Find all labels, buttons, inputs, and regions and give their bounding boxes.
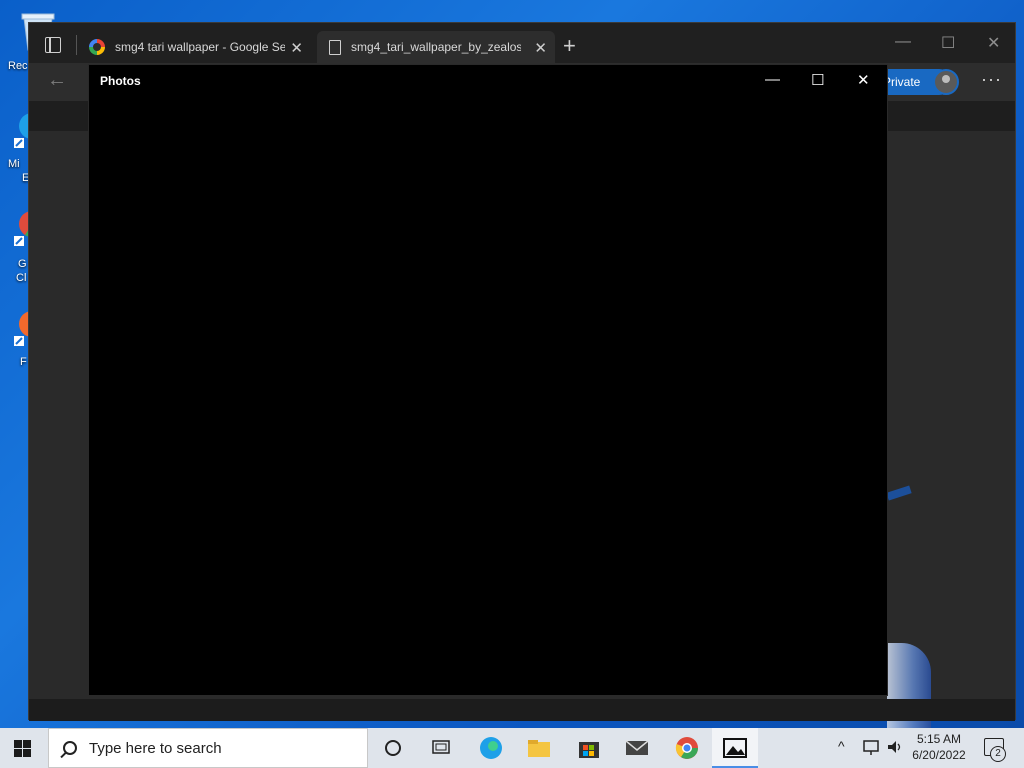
photos-window: Photos — ☐ ✕	[88, 64, 888, 696]
windows-start-icon[interactable]	[14, 740, 31, 757]
system-clock[interactable]: 5:15 AM 6/20/2022	[904, 731, 974, 763]
recycle-bin-label: Rec	[8, 60, 28, 72]
photos-close-icon[interactable]: ✕	[857, 71, 870, 89]
clock-date: 6/20/2022	[912, 748, 966, 762]
back-arrow-icon[interactable]: ←	[47, 69, 67, 92]
mail-icon[interactable]	[624, 735, 650, 761]
cortana-icon[interactable]	[380, 735, 406, 761]
maximize-icon[interactable]: ☐	[941, 33, 955, 53]
clock-time: 5:15 AM	[916, 732, 962, 746]
tab-actions-icon[interactable]	[45, 37, 61, 53]
notification-count-badge: 2	[990, 746, 1006, 762]
edge-taskbar-icon[interactable]	[478, 735, 504, 761]
chrome-taskbar-icon[interactable]	[674, 735, 700, 761]
microsoft-store-icon[interactable]	[576, 735, 602, 761]
close-icon[interactable]: ✕	[290, 39, 303, 57]
tab-title: smg4 tari wallpaper - Google Search	[115, 40, 285, 54]
task-view-icon[interactable]	[428, 735, 454, 761]
close-icon[interactable]: ✕	[534, 39, 547, 57]
tab-title: smg4_tari_wallpaper_by_zealos5	[351, 40, 521, 54]
photos-title: Photos	[100, 74, 141, 88]
file-explorer-icon[interactable]	[526, 735, 552, 761]
search-placeholder: Type here to search	[89, 739, 222, 757]
google-icon	[89, 39, 105, 55]
firefox-desktop-label: F	[20, 356, 27, 368]
search-input[interactable]: Type here to search	[48, 728, 368, 768]
network-icon[interactable]	[862, 738, 880, 759]
close-window-icon[interactable]: ✕	[987, 33, 1000, 53]
chrome-desktop-label-1: G	[18, 258, 27, 270]
photos-icon	[723, 738, 747, 758]
tab-separator	[76, 35, 77, 55]
edge-desktop-label-1: Mi	[8, 158, 20, 170]
minimize-icon[interactable]: —	[895, 33, 911, 51]
taskbar: Type here to search ^ 5:15 AM 6/20/2022 …	[0, 728, 1024, 768]
private-label: Private	[883, 75, 921, 89]
search-icon	[63, 741, 77, 755]
new-tab-icon[interactable]: +	[563, 33, 576, 59]
avatar[interactable]	[933, 69, 959, 95]
volume-icon[interactable]	[886, 738, 904, 759]
chevron-up-icon[interactable]: ^	[838, 738, 845, 754]
photos-maximize-icon[interactable]: ☐	[811, 71, 824, 89]
image-fragment	[886, 485, 912, 501]
chrome-desktop-label-2: Cl	[16, 272, 27, 284]
tab-google-search[interactable]: smg4 tari wallpaper - Google Search ✕	[79, 31, 311, 63]
photos-minimize-icon[interactable]: —	[765, 71, 780, 88]
browser-bottom-bar	[29, 699, 1015, 721]
tab-wallpaper[interactable]: smg4_tari_wallpaper_by_zealos5 ✕	[317, 31, 555, 63]
page-icon	[329, 39, 341, 55]
more-options-icon[interactable]: ···	[981, 69, 1002, 90]
photos-taskbar-active[interactable]	[712, 728, 758, 768]
tab-strip: smg4 tari wallpaper - Google Search ✕ sm…	[29, 23, 1015, 63]
